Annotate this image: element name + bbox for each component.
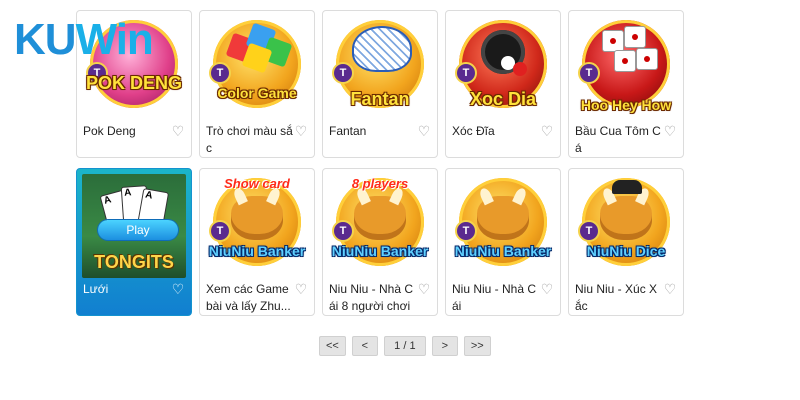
game-card-niuniu-show-card[interactable]: Show card T NiuNiu Banker Xem các Game b… <box>199 168 315 316</box>
game-thumbnail[interactable]: T NiuNiu Dice <box>574 174 678 278</box>
logo-win: Win <box>75 15 154 64</box>
favorite-heart-icon[interactable]: ♡ <box>294 282 308 296</box>
game-thumbnail[interactable]: T Fantan <box>328 16 432 120</box>
game-thumbnail[interactable]: T Hoo Hey How <box>574 16 678 120</box>
game-card-niuniu-banker[interactable]: T NiuNiu Banker Niu Niu - Nhà Cái ♡ <box>445 168 561 316</box>
game-name: Pok Deng <box>83 124 136 138</box>
favorite-heart-icon[interactable]: ♡ <box>417 124 431 138</box>
bull-mascot-icon <box>477 196 529 240</box>
game-name: Niu Niu - Nhà Cái <box>452 282 537 313</box>
game-grid: T POK DENG Pok Deng ♡ T Color Game Trò c… <box>76 10 686 316</box>
game-thumbnail[interactable]: T Color Game <box>205 16 309 120</box>
game-thumbnail[interactable]: T NiuNiu Banker <box>451 174 555 278</box>
first-page-button[interactable]: << <box>319 336 346 356</box>
game-name: Fantan <box>329 124 367 138</box>
game-card-fantan[interactable]: T Fantan Fantan ♡ <box>322 10 438 158</box>
game-card-tongits[interactable]: A A A Play TONGITS Lưới ♡ <box>76 168 192 316</box>
favorite-heart-icon[interactable]: ♡ <box>294 124 308 138</box>
game-art-title: POK DENG <box>85 73 182 93</box>
game-art-title: NiuNiu Banker <box>454 243 552 259</box>
t-badge-icon: T <box>332 62 354 84</box>
next-page-button[interactable]: > <box>431 336 458 356</box>
game-ribbon: 8 players <box>351 176 409 191</box>
game-card-niuniu-dice[interactable]: T NiuNiu Dice Niu Niu - Xúc Xắc ♡ <box>568 168 684 316</box>
game-thumbnail[interactable]: T Xoc Dia <box>451 16 555 120</box>
game-name: Lưới <box>83 282 109 296</box>
game-art-title: NiuNiu Banker <box>208 243 306 259</box>
favorite-heart-icon[interactable]: ♡ <box>663 124 677 138</box>
game-art-title: TONGITS <box>94 252 174 272</box>
game-thumbnail[interactable]: Show card T NiuNiu Banker <box>205 174 309 278</box>
favorite-heart-icon[interactable]: ♡ <box>540 282 554 296</box>
bowl-icon <box>352 26 412 72</box>
favorite-heart-icon[interactable]: ♡ <box>171 124 185 138</box>
bull-mascot-icon <box>600 196 652 240</box>
play-button[interactable]: Play <box>98 220 178 240</box>
game-thumbnail[interactable]: 8 players T NiuNiu Banker <box>328 174 432 278</box>
prev-page-button[interactable]: < <box>351 336 378 356</box>
t-badge-icon: T <box>455 62 477 84</box>
game-card-niuniu-8-players[interactable]: 8 players T NiuNiu Banker Niu Niu - Nhà … <box>322 168 438 316</box>
game-ribbon: Show card <box>224 176 290 191</box>
game-card-hoo-hey-how[interactable]: T Hoo Hey How Bầu Cua Tôm Cá ♡ <box>568 10 684 158</box>
game-name: Trò chơi màu sắc <box>206 124 293 155</box>
game-name: Niu Niu - Nhà Cái 8 người chơi <box>329 282 414 313</box>
game-card-xoc-dia[interactable]: T Xoc Dia Xóc Đĩa ♡ <box>445 10 561 158</box>
game-card-color-game[interactable]: T Color Game Trò chơi màu sắc ♡ <box>199 10 315 158</box>
kuwin-logo[interactable]: KU Win <box>14 14 154 64</box>
game-art-title: Fantan <box>350 89 410 109</box>
t-badge-icon: T <box>455 220 477 242</box>
favorite-heart-icon[interactable]: ♡ <box>417 282 431 296</box>
game-name: Xem các Game bài và lấy Zhu... <box>206 282 291 313</box>
t-badge-icon: T <box>209 62 231 84</box>
page-indicator: 1 / 1 <box>383 336 426 356</box>
pagination: << < 1 / 1 > >> <box>319 336 491 356</box>
favorite-heart-icon[interactable]: ♡ <box>540 124 554 138</box>
bull-mascot-icon <box>231 196 283 240</box>
game-art-title: NiuNiu Banker <box>331 243 429 259</box>
game-name: Niu Niu - Xúc Xắc <box>575 282 658 313</box>
game-art-title: Hoo Hey How <box>580 97 672 113</box>
game-thumbnail[interactable]: A A A Play TONGITS <box>82 174 186 278</box>
t-badge-icon: T <box>332 220 354 242</box>
game-art-title: Color Game <box>217 85 297 101</box>
t-badge-icon: T <box>578 62 600 84</box>
logo-ku: KU <box>14 15 77 64</box>
favorite-heart-icon[interactable]: ♡ <box>663 282 677 296</box>
game-name: Xóc Đĩa <box>452 124 495 138</box>
bull-mascot-icon <box>354 196 406 240</box>
game-name: Bầu Cua Tôm Cá <box>575 124 661 155</box>
t-badge-icon: T <box>209 220 231 242</box>
favorite-heart-icon[interactable]: ♡ <box>171 282 185 296</box>
game-art-title: NiuNiu Dice <box>586 243 666 259</box>
last-page-button[interactable]: >> <box>463 336 491 356</box>
t-badge-icon: T <box>578 220 600 242</box>
game-art-title: Xoc Dia <box>469 89 537 109</box>
